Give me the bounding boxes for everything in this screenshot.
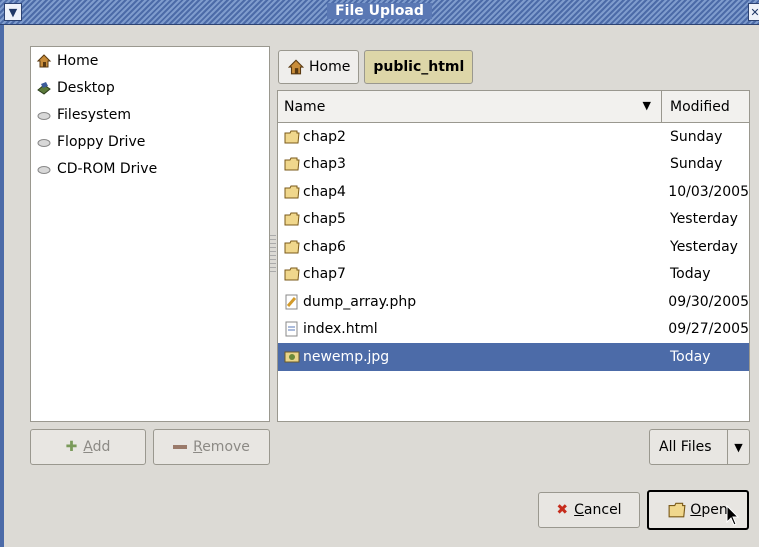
file-filter-combo[interactable]: All Files ▼ — [649, 429, 750, 465]
minus-icon — [173, 445, 188, 449]
file-modified: Today — [670, 266, 711, 283]
close-icon: ✕ — [750, 5, 759, 19]
remove-button-label: Remove — [193, 439, 250, 455]
pane-resize-handle[interactable] — [270, 235, 276, 275]
open-button-label: Open — [690, 502, 728, 518]
path-bar: Home public_html — [278, 50, 478, 84]
path-button-label: Home — [309, 59, 351, 75]
file-row[interactable]: chap6 Yesterday — [278, 233, 749, 261]
path-button-home[interactable]: Home — [278, 50, 360, 84]
window-title: File Upload — [0, 3, 759, 19]
path-button-public-html[interactable]: public_html — [364, 50, 474, 84]
file-name: chap6 — [303, 238, 346, 255]
window-border — [0, 25, 4, 547]
html-file-icon — [284, 321, 300, 337]
file-list-header: Name ▼ Modified — [278, 91, 749, 123]
file-name: dump_array.php — [303, 293, 417, 310]
file-name: index.html — [303, 321, 378, 338]
file-name: chap2 — [303, 128, 346, 145]
column-header-label: Modified — [670, 98, 730, 115]
file-row[interactable]: index.html 09/27/2005 — [278, 316, 749, 344]
home-icon — [287, 58, 305, 76]
sidebar-item-floppy-drive[interactable]: Floppy Drive — [31, 128, 269, 155]
home-icon — [35, 52, 53, 70]
file-row[interactable]: chap3 Sunday — [278, 151, 749, 179]
file-name: chap4 — [303, 183, 346, 200]
mouse-cursor-icon — [726, 505, 740, 526]
file-row[interactable]: chap4 10/03/2005 — [278, 178, 749, 206]
file-modified: Sunday — [670, 128, 723, 145]
file-list: Name ▼ Modified chap2 Sunday chap3 Sunda… — [277, 90, 750, 422]
sidebar-item-label: Desktop — [57, 79, 115, 96]
file-filter-value: All Files — [659, 439, 712, 455]
file-name: chap7 — [303, 266, 346, 283]
file-row[interactable]: chap5 Yesterday — [278, 206, 749, 234]
file-rows: chap2 Sunday chap3 Sunday chap4 10/03/20… — [278, 123, 749, 371]
desktop-icon — [35, 79, 53, 97]
file-row-selected[interactable]: newemp.jpg Today — [278, 343, 749, 371]
file-name: chap5 — [303, 211, 346, 228]
file-modified: 09/30/2005 — [668, 293, 749, 310]
cdrom-icon — [35, 160, 53, 178]
column-header-label: Name — [284, 98, 326, 115]
folder-icon — [284, 129, 300, 145]
folder-icon — [284, 266, 300, 282]
folder-icon — [284, 211, 300, 227]
folder-open-icon — [668, 502, 686, 518]
file-row[interactable]: dump_array.php 09/30/2005 — [278, 288, 749, 316]
sidebar-item-label: Floppy Drive — [57, 133, 146, 150]
sidebar-item-home[interactable]: Home — [31, 47, 269, 74]
sidebar-item-label: Filesystem — [57, 106, 132, 123]
file-name: newemp.jpg — [303, 348, 390, 365]
cancel-icon: ✖ — [556, 502, 569, 518]
floppy-icon — [35, 133, 53, 151]
file-row[interactable]: chap2 Sunday — [278, 123, 749, 151]
title-bar[interactable]: ▼ File Upload ✕ — [0, 0, 759, 25]
file-modified: Today — [670, 348, 711, 365]
folder-icon — [284, 239, 300, 255]
folder-icon — [284, 156, 300, 172]
chevron-down-icon: ▼ — [727, 430, 749, 464]
cancel-button-label: Cancel — [574, 502, 622, 518]
file-modified: Yesterday — [670, 211, 738, 228]
file-row[interactable]: chap7 Today — [278, 261, 749, 289]
sort-arrow-icon: ▼ — [642, 99, 651, 112]
file-modified: Yesterday — [670, 238, 738, 255]
file-modified: Sunday — [670, 156, 723, 173]
cancel-button[interactable]: ✖ Cancel — [538, 492, 640, 528]
remove-button[interactable]: Remove — [153, 429, 270, 465]
file-name: chap3 — [303, 156, 346, 173]
sidebar-item-cdrom-drive[interactable]: CD-ROM Drive — [31, 155, 269, 182]
folder-icon — [284, 184, 300, 200]
file-modified: 10/03/2005 — [668, 183, 749, 200]
path-button-label: public_html — [373, 59, 465, 75]
php-file-icon — [284, 294, 300, 310]
add-button[interactable]: ✚ Add — [30, 429, 146, 465]
sidebar-item-filesystem[interactable]: Filesystem — [31, 101, 269, 128]
close-button[interactable]: ✕ — [748, 3, 759, 21]
sidebar-item-label: CD-ROM Drive — [57, 160, 158, 177]
add-button-label: Add — [83, 439, 111, 455]
sidebar-item-desktop[interactable]: Desktop — [31, 74, 269, 101]
drive-icon — [35, 106, 53, 124]
column-header-modified[interactable]: Modified — [662, 91, 749, 122]
places-sidebar: Home Desktop Filesystem Floppy Drive CD-… — [30, 46, 270, 422]
column-header-name[interactable]: Name ▼ — [278, 91, 662, 122]
image-file-icon — [284, 349, 300, 365]
file-modified: 09/27/2005 — [668, 321, 749, 338]
plus-icon: ✚ — [65, 439, 78, 455]
sidebar-item-label: Home — [57, 52, 99, 69]
